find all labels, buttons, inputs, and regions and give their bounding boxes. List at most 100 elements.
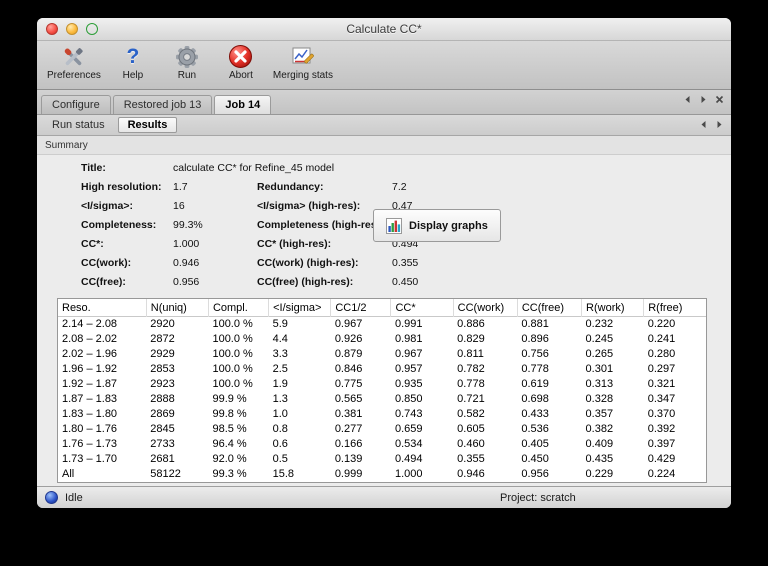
table-cell: 0.460 — [457, 438, 485, 450]
table-cell: 99.8 % — [212, 408, 247, 420]
summary-section-label: Summary — [45, 139, 88, 151]
toolbar-button-label: Run — [177, 70, 197, 81]
toolbar-button-label: Abort — [228, 70, 253, 81]
tab-results[interactable]: Results — [117, 117, 178, 133]
table-cell: 0.850 — [394, 393, 423, 405]
summary-label: CC(free): — [81, 276, 126, 288]
table-cell: 2.08 – 2.02 — [62, 333, 118, 345]
column-header[interactable]: R(work) — [581, 299, 644, 317]
app-window: Calculate CC* Preferences ? Help Run Abo… — [37, 18, 731, 508]
table-cell: 0.829 — [457, 333, 485, 345]
tab-close-icon[interactable] — [715, 95, 724, 104]
table-cell: 1.73 – 1.70 — [62, 453, 118, 465]
abort-button[interactable]: Abort — [219, 43, 263, 81]
column-header[interactable]: CC1/2 — [330, 299, 391, 317]
table-cell: 0.582 — [457, 408, 485, 420]
minimize-window-button[interactable] — [66, 23, 78, 35]
column-header[interactable]: N(uniq) — [145, 299, 209, 317]
table-cell: 0.957 — [394, 363, 423, 375]
table-cell: 0.392 — [647, 423, 676, 435]
table-row[interactable]: All 58122 99.3 % 15.8 0.999 1.000 0.946 0.956 0.… — [58, 467, 706, 482]
table-cell: 0.409 — [585, 438, 614, 450]
table-row[interactable]: 1.87 – 1.83 2888 99.9 % 1.3 0.565 0.850 0.721 0… — [58, 392, 706, 407]
table-cell: 0.811 — [457, 348, 484, 360]
summary-value: 16 — [173, 200, 185, 212]
table-cell: 2923 — [150, 378, 175, 390]
table-cell: 99.9 % — [212, 393, 247, 405]
tab-configure[interactable]: Configure — [41, 95, 111, 114]
column-header[interactable]: Compl. — [207, 299, 269, 317]
column-header[interactable]: CC(work) — [452, 299, 518, 317]
toolbar-button-label: Preferences — [47, 70, 101, 81]
table-row[interactable]: 1.96 – 1.92 2853 100.0 % 2.5 0.846 0.957 0.782… — [58, 362, 706, 377]
table-cell: 0.881 — [521, 318, 549, 330]
table-cell: 0.229 — [585, 468, 614, 480]
table-row[interactable]: 1.92 – 1.87 2923 100.0 % 1.9 0.775 0.935 0.778… — [58, 377, 706, 392]
table-cell: 100.0 % — [212, 363, 253, 375]
zoom-window-button[interactable] — [86, 23, 98, 35]
window-title: Calculate CC* — [346, 22, 422, 36]
table-row[interactable]: 1.76 – 1.73 2733 96.4 % 0.6 0.166 0.534 0.460 0… — [58, 437, 706, 452]
table-cell: 0.5 — [272, 453, 288, 465]
table-row[interactable]: 1.83 – 1.80 2869 99.8 % 1.0 0.381 0.743 0.582 0… — [58, 407, 706, 422]
job-tab-controls — [683, 95, 724, 104]
table-cell: 2733 — [150, 438, 175, 450]
summary-label: <I/sigma>: — [81, 200, 133, 212]
tab-restored-job-13[interactable]: Restored job 13 — [112, 95, 213, 114]
table-cell: 1.83 – 1.80 — [62, 408, 118, 420]
table-cell: 0.743 — [394, 408, 423, 420]
table-cell: 2853 — [150, 363, 175, 375]
table-cell: 0.846 — [334, 363, 363, 375]
table-cell: 2920 — [150, 318, 175, 330]
tab-scroll-left-icon[interactable] — [683, 95, 692, 104]
tab-scroll-right-icon[interactable] — [715, 120, 724, 129]
summary-value: 0.946 — [173, 257, 200, 269]
table-cell: 1.9 — [272, 378, 288, 390]
status-indicator-icon — [45, 491, 58, 504]
table-cell: 0.698 — [521, 393, 549, 405]
help-button[interactable]: ? Help — [111, 43, 155, 81]
tab-scroll-left-icon[interactable] — [699, 120, 708, 129]
table-cell: 2869 — [150, 408, 175, 420]
table-cell: 1.96 – 1.92 — [62, 363, 118, 375]
abort-icon — [228, 43, 253, 70]
status-text: Idle — [65, 491, 83, 504]
tab-job-14[interactable]: Job 14 — [214, 95, 272, 114]
toolbar: Preferences ? Help Run Abort Merging sta… — [37, 41, 731, 90]
display-graphs-button[interactable]: Display graphs — [373, 209, 501, 242]
table-cell: 0.370 — [647, 408, 676, 420]
summary-value: 99.3% — [173, 219, 203, 231]
table-cell: 0.433 — [521, 408, 549, 420]
column-header[interactable]: Reso. — [58, 299, 146, 317]
run-button[interactable]: Run — [165, 43, 209, 81]
table-cell: 0.605 — [457, 423, 485, 435]
summary-label: Completeness (high-res): — [257, 219, 384, 231]
table-row[interactable]: 2.08 – 2.02 2872 100.0 % 4.4 0.926 0.981 0.829… — [58, 332, 706, 347]
preferences-button[interactable]: Preferences — [47, 43, 101, 81]
table-row[interactable]: 2.02 – 1.96 2929 100.0 % 3.3 0.879 0.967 0.811… — [58, 347, 706, 362]
table-cell: 0.534 — [394, 438, 423, 450]
column-header[interactable]: CC(free) — [516, 299, 582, 317]
summary-label: Completeness: — [81, 219, 157, 231]
table-cell: 2.02 – 1.96 — [62, 348, 118, 360]
tab-scroll-right-icon[interactable] — [699, 95, 708, 104]
summary-label: CC(work): — [81, 257, 132, 269]
column-header[interactable]: R(free) — [643, 299, 706, 317]
table-cell: 2929 — [150, 348, 175, 360]
table-row[interactable]: 1.80 – 1.76 2845 98.5 % 0.8 0.277 0.659 0.605 0… — [58, 422, 706, 437]
close-window-button[interactable] — [46, 23, 58, 35]
table-row[interactable]: 1.73 – 1.70 2681 92.0 % 0.5 0.139 0.494 0.355 0… — [58, 452, 706, 467]
column-header[interactable]: <I/sigma> — [268, 299, 331, 317]
merging-stats-icon — [290, 43, 316, 70]
merging-stats-button[interactable]: Merging stats — [273, 43, 333, 81]
table-cell: 0.381 — [334, 408, 363, 420]
column-header[interactable]: CC* — [390, 299, 454, 317]
table-cell: 0.956 — [521, 468, 549, 480]
table-row[interactable]: 2.14 – 2.08 2920 100.0 % 5.9 0.967 0.991 0.886… — [58, 317, 706, 333]
summary-label: CC* (high-res): — [257, 238, 332, 250]
preferences-icon — [61, 43, 87, 70]
table-cell: 0.328 — [585, 393, 614, 405]
tab-run-status[interactable]: Run status — [43, 118, 114, 132]
table-cell: 2888 — [150, 393, 175, 405]
table-cell: 3.3 — [272, 348, 288, 360]
